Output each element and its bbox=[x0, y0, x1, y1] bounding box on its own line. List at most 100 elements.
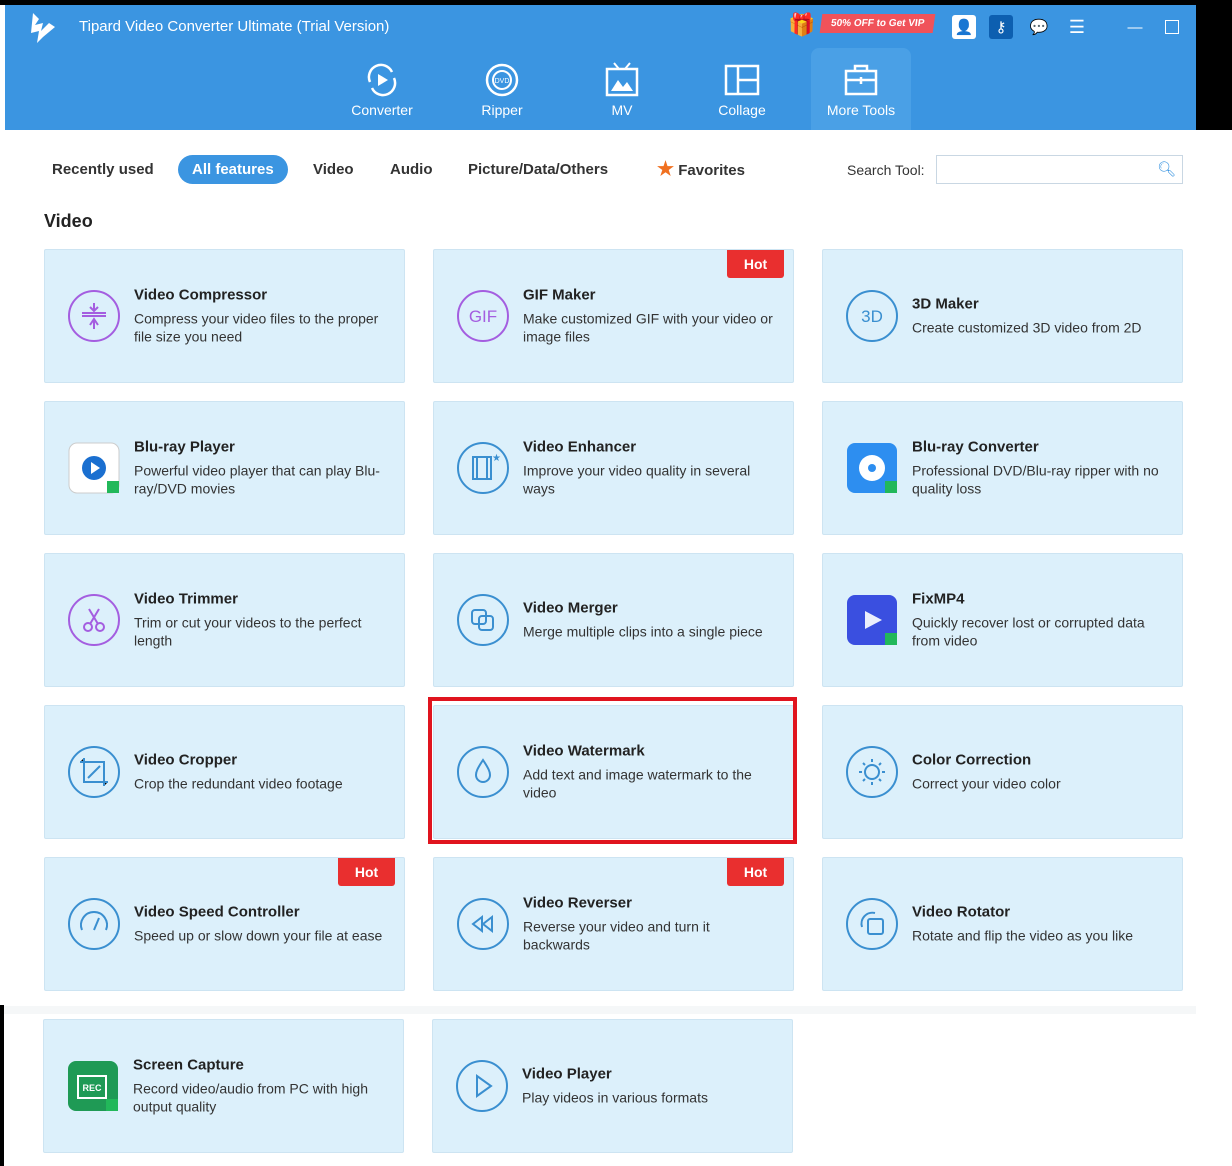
tool-card-video-cropper[interactable]: Video Cropper Crop the redundant video fo… bbox=[44, 705, 405, 839]
scissors-icon bbox=[68, 594, 120, 646]
play-icon bbox=[456, 1060, 508, 1112]
hot-badge: Hot bbox=[727, 250, 784, 278]
search-label: Search Tool: bbox=[847, 162, 925, 178]
tool-name: Video Rotator bbox=[912, 903, 1011, 921]
tool-card-fixmp4[interactable]: FixMP4 Quickly recover lost or corrupted … bbox=[822, 553, 1183, 687]
minimize-icon[interactable]: — bbox=[1123, 15, 1147, 39]
section-title: Video bbox=[44, 211, 93, 231]
tab-audio[interactable]: Audio bbox=[390, 155, 433, 184]
enhance-icon: ★ bbox=[457, 442, 509, 494]
tool-description: Add text and image watermark to the vide… bbox=[523, 766, 752, 801]
tv-icon bbox=[605, 62, 639, 97]
tab-favorites[interactable]: ★ Favorites bbox=[657, 155, 745, 184]
tool-card-video-compressor[interactable]: Video Compressor Compress your video file… bbox=[44, 249, 405, 383]
nav-mv[interactable]: MV bbox=[572, 48, 672, 130]
tool-name: Screen Capture bbox=[133, 1056, 244, 1074]
nav-ripper[interactable]: DVD Ripper bbox=[452, 48, 552, 130]
search-input[interactable]: 🔍︎ bbox=[936, 155, 1183, 184]
svg-text:★: ★ bbox=[492, 453, 501, 464]
svg-text:GIF: GIF bbox=[469, 307, 497, 326]
menu-icon[interactable]: ☰ bbox=[1065, 15, 1089, 39]
tool-name: Video Trimmer bbox=[134, 590, 238, 608]
tool-description: Crop the redundant video footage bbox=[134, 775, 343, 792]
tool-text: Color Correction Correct your video color bbox=[912, 752, 1168, 793]
svg-text:REC: REC bbox=[82, 1083, 102, 1093]
svg-text:3D: 3D bbox=[861, 307, 883, 326]
merge-icon bbox=[457, 594, 509, 646]
nav-more-tools[interactable]: More Tools bbox=[811, 48, 911, 130]
tool-card-screen-capture[interactable]: REC Screen Capture Record video/audio from… bbox=[43, 1019, 404, 1153]
tool-card-video-enhancer[interactable]: ★ Video Enhancer Improve your video qualit… bbox=[433, 401, 794, 535]
nav-converter[interactable]: Converter bbox=[332, 48, 432, 130]
tool-name: Blu-ray Player bbox=[134, 438, 235, 456]
nav-label: Converter bbox=[351, 102, 413, 118]
tool-card-video-watermark[interactable]: Video Watermark Add text and image waterm… bbox=[433, 705, 794, 839]
dvd-icon: DVD bbox=[485, 63, 519, 97]
collage-icon bbox=[724, 64, 760, 96]
nav-label: Collage bbox=[718, 102, 766, 118]
tool-text: Video Watermark Add text and image waterm… bbox=[523, 743, 779, 802]
tool-text: Video Reverser Reverse your video and tur… bbox=[523, 895, 779, 954]
tool-description: Make customized GIF with your video or i… bbox=[523, 310, 773, 345]
vip-promo-button[interactable]: 50% OFF to Get VIP bbox=[819, 14, 936, 33]
tool-name: GIF Maker bbox=[523, 286, 596, 304]
tool-card-3d-maker[interactable]: 3D 3D Maker Create customized 3D video fro… bbox=[822, 249, 1183, 383]
tab-picture-data-others[interactable]: Picture/Data/Others bbox=[468, 155, 608, 184]
fixmp4-icon bbox=[847, 595, 897, 645]
tool-card-video-player[interactable]: Video Player Play videos in various forma… bbox=[432, 1019, 793, 1153]
tool-description: Professional DVD/Blu-ray ripper with no … bbox=[912, 462, 1159, 497]
crop-icon bbox=[68, 746, 120, 798]
tool-name: Video Merger bbox=[523, 599, 618, 617]
tool-description: Merge multiple clips into a single piece bbox=[523, 623, 763, 640]
search-icon[interactable]: 🔍︎ bbox=[1157, 160, 1176, 178]
tool-description: Create customized 3D video from 2D bbox=[912, 319, 1142, 336]
tab-recently-used[interactable]: Recently used bbox=[52, 155, 154, 184]
tool-name: Video Watermark bbox=[523, 742, 645, 760]
tool-text: Video Cropper Crop the redundant video fo… bbox=[134, 752, 390, 793]
tool-text: FixMP4 Quickly recover lost or corrupted … bbox=[912, 591, 1168, 650]
nav-collage[interactable]: Collage bbox=[692, 48, 792, 130]
tool-card-gif-maker[interactable]: GIF GIF Maker Make customized GIF with you… bbox=[433, 249, 794, 383]
tool-card-video-speed-controller[interactable]: Video Speed Controller Speed up or slow d… bbox=[44, 857, 405, 991]
tool-description: Improve your video quality in several wa… bbox=[523, 462, 751, 497]
tool-name: 3D Maker bbox=[912, 295, 979, 313]
tool-card-video-reverser[interactable]: Video Reverser Reverse your video and tur… bbox=[433, 857, 794, 991]
rec-icon: REC bbox=[68, 1061, 118, 1111]
user-icon[interactable]: 👤 bbox=[952, 15, 976, 39]
key-icon[interactable]: ⚷ bbox=[989, 15, 1013, 39]
speed-icon bbox=[68, 898, 120, 950]
tool-description: Correct your video color bbox=[912, 775, 1061, 792]
converter-icon bbox=[367, 63, 397, 97]
gift-icon[interactable]: 🎁 bbox=[788, 12, 815, 38]
tool-card-color-correction[interactable]: Color Correction Correct your video color bbox=[822, 705, 1183, 839]
hot-badge: Hot bbox=[727, 858, 784, 886]
tool-name: FixMP4 bbox=[912, 590, 965, 608]
tool-name: Video Enhancer bbox=[523, 438, 637, 456]
maximize-icon[interactable] bbox=[1160, 15, 1184, 39]
tool-description: Quickly recover lost or corrupted data f… bbox=[912, 614, 1145, 649]
tool-name: Video Speed Controller bbox=[134, 903, 300, 921]
svg-text:DVD: DVD bbox=[495, 78, 510, 85]
tool-card-video-merger[interactable]: Video Merger Merge multiple clips into a … bbox=[433, 553, 794, 687]
window-title: Tipard Video Converter Ultimate (Trial V… bbox=[79, 18, 390, 35]
divider bbox=[4, 1006, 1196, 1014]
bluray-converter-icon bbox=[847, 443, 897, 493]
tool-card-blu-ray-converter[interactable]: Blu-ray Converter Professional DVD/Blu-ra… bbox=[822, 401, 1183, 535]
nav-label: MV bbox=[611, 102, 633, 118]
tool-card-video-rotator[interactable]: Video Rotator Rotate and flip the video a… bbox=[822, 857, 1183, 991]
tool-description: Rotate and flip the video as you like bbox=[912, 927, 1134, 944]
frame-edge bbox=[0, 1005, 4, 1166]
tool-card-video-trimmer[interactable]: Video Trimmer Trim or cut your videos to … bbox=[44, 553, 405, 687]
tool-name: Video Reverser bbox=[523, 894, 632, 912]
tool-description: Reverse your video and turn it backwards bbox=[523, 918, 710, 953]
feedback-icon[interactable]: 💬 bbox=[1027, 15, 1051, 39]
star-icon: ★ bbox=[657, 159, 675, 180]
tool-description: Play videos in various formats bbox=[522, 1089, 708, 1106]
tool-text: Video Merger Merge multiple clips into a … bbox=[523, 600, 779, 641]
tool-text: Video Enhancer Improve your video quality… bbox=[523, 439, 779, 498]
tool-card-blu-ray-player[interactable]: Blu-ray Player Powerful video player that… bbox=[44, 401, 405, 535]
tab-video[interactable]: Video bbox=[313, 155, 354, 184]
tool-description: Speed up or slow down your file at ease bbox=[134, 927, 383, 944]
tool-text: Video Compressor Compress your video file… bbox=[134, 287, 390, 346]
tab-all-features[interactable]: All features bbox=[178, 155, 288, 184]
